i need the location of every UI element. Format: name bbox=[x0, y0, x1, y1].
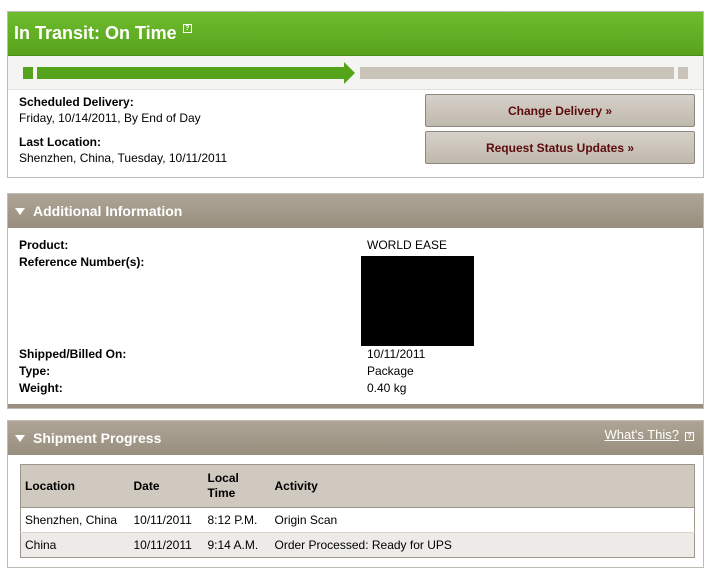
progress-marker-icon bbox=[344, 62, 355, 84]
shipment-progress-header[interactable]: Shipment Progress What's This?? bbox=[8, 421, 703, 455]
scheduled-delivery-label: Scheduled Delivery: bbox=[19, 95, 134, 109]
row-date: 10/11/2011 bbox=[129, 532, 204, 558]
delivery-info: Scheduled Delivery: Friday, 10/14/2011, … bbox=[19, 94, 227, 174]
local-time-line2: Time bbox=[207, 486, 236, 500]
help-icon[interactable]: ? bbox=[182, 24, 192, 33]
scheduled-delivery-value: Friday, 10/14/2011, By End of Day bbox=[19, 111, 201, 125]
shipped-billed-value: 10/11/2011 bbox=[367, 347, 426, 361]
progress-start-cap bbox=[23, 67, 33, 79]
status-header: In Transit: On Time ? bbox=[8, 12, 703, 56]
column-header-date: Date bbox=[129, 464, 204, 508]
progress-end-cap bbox=[678, 67, 688, 79]
product-label: Product: bbox=[19, 238, 69, 252]
table-row: Shenzhen, China 10/11/2011 8:12 P.M. Ori… bbox=[20, 507, 695, 533]
shipment-progress-panel: Shipment Progress What's This?? Location… bbox=[7, 420, 704, 568]
column-header-location: Location bbox=[20, 464, 130, 508]
type-label: Type: bbox=[19, 364, 51, 378]
column-header-local-time: Local Time bbox=[203, 464, 271, 508]
row-date: 10/11/2011 bbox=[129, 507, 204, 533]
weight-value: 0.40 kg bbox=[367, 381, 407, 395]
redacted-reference-block bbox=[361, 256, 474, 346]
column-header-activity: Activity bbox=[270, 464, 695, 508]
row-activity: Order Processed: Ready for UPS bbox=[270, 532, 695, 558]
progress-remaining bbox=[360, 67, 674, 79]
additional-information-header[interactable]: Additional Information bbox=[8, 194, 703, 228]
shipment-progress-title: Shipment Progress bbox=[33, 430, 162, 446]
product-value: WORLD EASE bbox=[367, 238, 448, 252]
panel-bottom-bar bbox=[8, 404, 703, 408]
progress-bar bbox=[8, 56, 703, 90]
last-location-value: Shenzhen, China, Tuesday, 10/11/2011 bbox=[19, 151, 228, 165]
status-panel: In Transit: On Time ? Scheduled Delivery… bbox=[7, 11, 704, 178]
whats-this-link[interactable]: What's This?? bbox=[605, 427, 694, 442]
reference-numbers-label: Reference Number(s): bbox=[19, 255, 145, 269]
row-time: 9:14 A.M. bbox=[203, 532, 271, 558]
shipment-progress-table: Location Date Local Time Activity Shenzh… bbox=[20, 464, 695, 558]
change-delivery-button[interactable]: Change Delivery » bbox=[425, 94, 695, 127]
collapse-triangle-icon[interactable] bbox=[15, 207, 25, 215]
last-location-label: Last Location: bbox=[19, 135, 102, 149]
table-row: China 10/11/2011 9:14 A.M. Order Process… bbox=[20, 532, 695, 558]
help-icon[interactable]: ? bbox=[685, 432, 694, 441]
request-status-updates-button[interactable]: Request Status Updates » bbox=[425, 131, 695, 164]
whats-this-label[interactable]: What's This? bbox=[605, 427, 680, 442]
local-time-line1: Local bbox=[207, 471, 239, 485]
status-title: In Transit: On Time bbox=[14, 23, 177, 43]
additional-information-title: Additional Information bbox=[33, 203, 183, 219]
weight-label: Weight: bbox=[19, 381, 63, 395]
row-time: 8:12 P.M. bbox=[203, 507, 271, 533]
row-location: China bbox=[20, 532, 130, 558]
type-value: Package bbox=[367, 364, 414, 378]
additional-information-panel: Additional Information Product: WORLD EA… bbox=[7, 193, 704, 409]
shipped-billed-label: Shipped/Billed On: bbox=[19, 347, 127, 361]
row-location: Shenzhen, China bbox=[20, 507, 130, 533]
table-header-row: Location Date Local Time Activity bbox=[20, 464, 695, 508]
row-activity: Origin Scan bbox=[270, 507, 695, 533]
collapse-triangle-icon[interactable] bbox=[15, 434, 25, 442]
progress-fill bbox=[37, 67, 348, 79]
